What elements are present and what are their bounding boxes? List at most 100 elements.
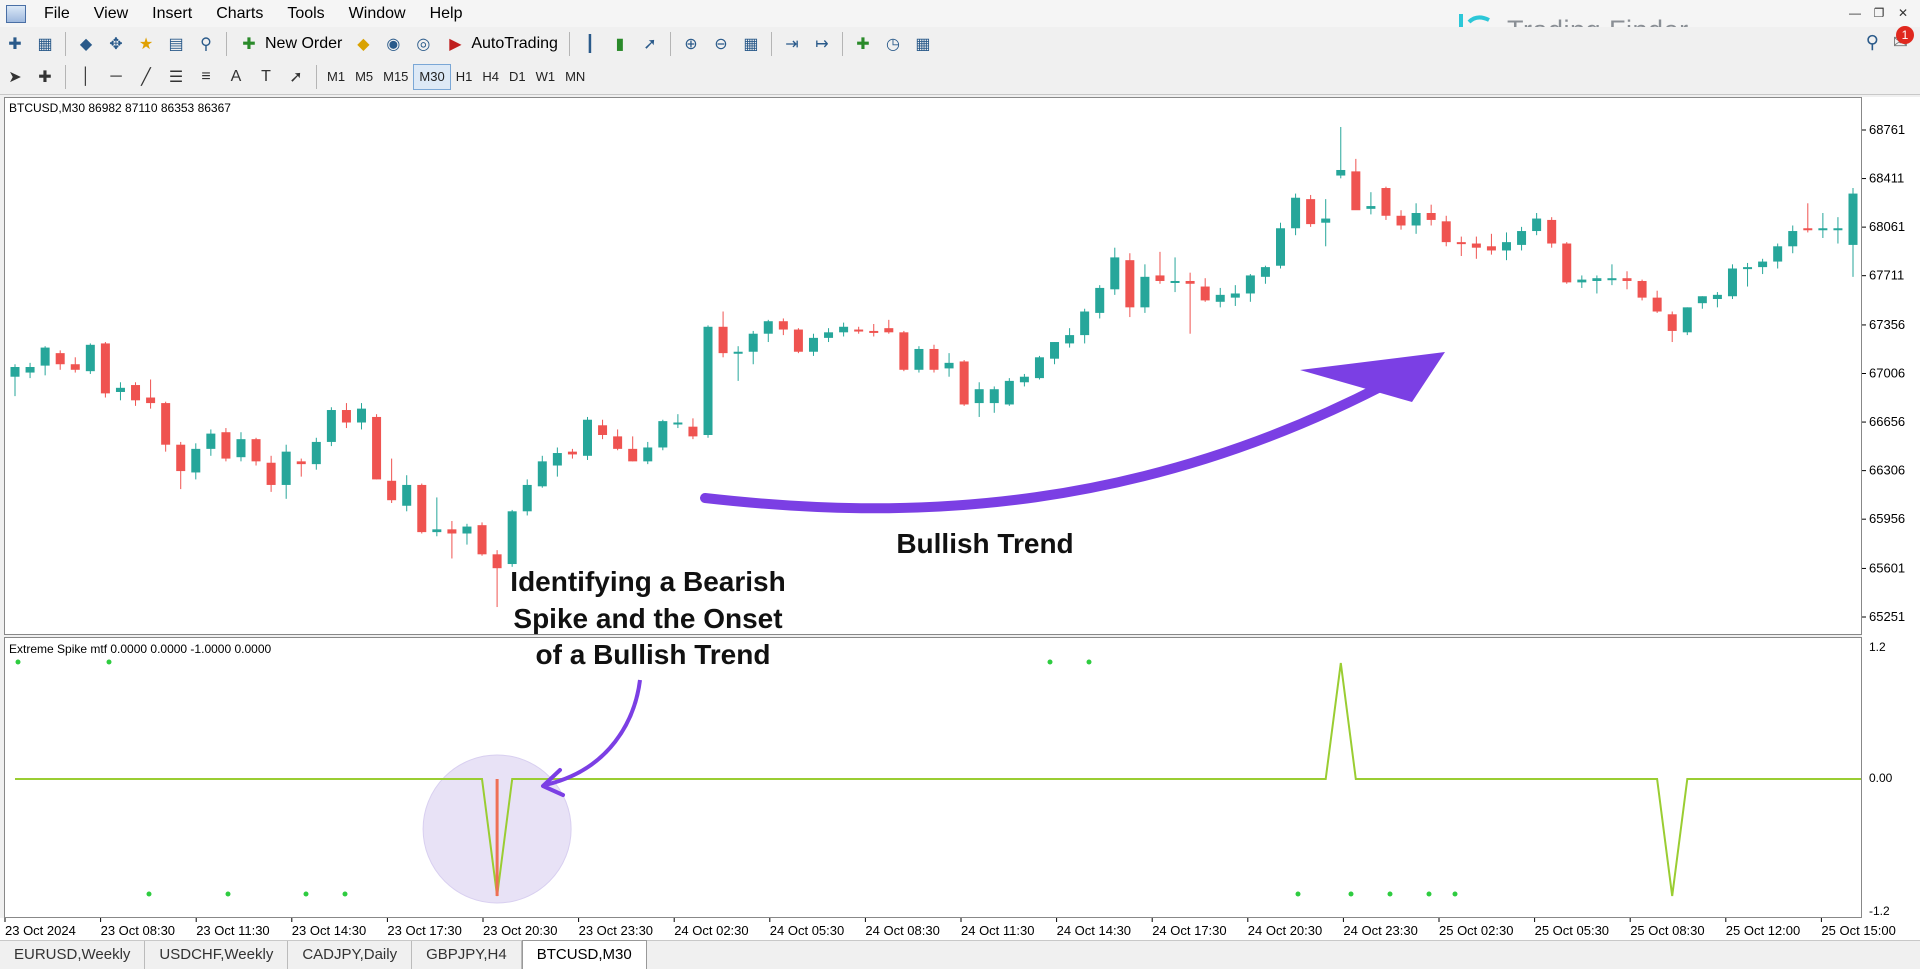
horizontal-line-icon[interactable]: ─ <box>103 64 129 90</box>
menu-help[interactable]: Help <box>418 0 475 27</box>
tab-btcusd-m30[interactable]: BTCUSD,M30 <box>521 940 647 969</box>
top-right-icons: ⚲ ✉1 <box>1866 26 1914 53</box>
autotrading-button[interactable]: ▶ AutoTrading <box>438 30 564 58</box>
cursor-icon[interactable]: ➤ <box>2 64 28 90</box>
metaeditor-icon[interactable]: ◆ <box>350 31 376 57</box>
time-label: 24 Oct 08:30 <box>865 923 939 938</box>
candlestick-chart-icon[interactable]: ▮ <box>607 31 633 57</box>
close-icon[interactable]: ✕ <box>1892 3 1914 23</box>
timeframe-m30[interactable]: M30 <box>413 64 451 90</box>
toolbar-divider <box>65 31 66 56</box>
indicator-level-label: 0.00 <box>1869 771 1893 785</box>
candle <box>1441 215 1451 247</box>
indicator-window[interactable]: Extreme Spike mtf 0.0000 0.0000 -1.0000 … <box>4 637 1862 918</box>
candle <box>432 497 442 537</box>
timeframe-mn[interactable]: MN <box>560 65 590 89</box>
candle <box>507 509 517 567</box>
auto-scroll-icon[interactable]: ↦ <box>809 31 835 57</box>
tab-gbpjpy-h4[interactable]: GBPJPY,H4 <box>412 941 522 969</box>
time-label: 24 Oct 11:30 <box>961 923 1034 938</box>
timeframe-w1[interactable]: W1 <box>531 65 561 89</box>
candle <box>161 401 171 452</box>
candle <box>1622 271 1632 290</box>
metaquotes-language-icon[interactable]: ◉ <box>380 31 406 57</box>
price-label: 65956 <box>1869 511 1905 526</box>
tab-eurusd-weekly[interactable]: EURUSD,Weekly <box>0 941 146 969</box>
vertical-line-icon[interactable]: │ <box>73 64 99 90</box>
signal-dot <box>1295 891 1301 897</box>
time-axis[interactable]: 23 Oct 2024 23 Oct 08:30 23 Oct 11:30 23 Oc… <box>0 918 1920 940</box>
menu-view[interactable]: View <box>82 0 140 27</box>
new-order-button[interactable]: ✚ New Order <box>232 30 348 58</box>
channel-icon[interactable]: ☰ <box>163 64 189 90</box>
timeframe-m1[interactable]: M1 <box>322 65 350 89</box>
new-order-label: New Order <box>265 34 343 52</box>
candle <box>854 326 864 334</box>
tab-usdchf-weekly[interactable]: USDCHF,Weekly <box>145 941 289 969</box>
candle <box>402 475 412 512</box>
menu-charts[interactable]: Charts <box>204 0 275 27</box>
time-label: 23 Oct 11:30 <box>196 923 269 938</box>
search-icon[interactable]: ⚲ <box>1866 32 1879 53</box>
tab-cadjpy-daily[interactable]: CADJPY,Daily <box>288 941 413 969</box>
candle <box>567 448 577 459</box>
data-window-icon[interactable]: ✥ <box>103 31 129 57</box>
time-axis-labels: 23 Oct 2024 23 Oct 08:30 23 Oct 11:30 23 Oc… <box>4 918 1896 938</box>
signal-dot <box>15 659 21 665</box>
candle <box>191 443 201 480</box>
app-icon[interactable] <box>6 4 26 23</box>
chat-icon[interactable]: ✉1 <box>1893 26 1914 53</box>
timeframe-h1[interactable]: H1 <box>451 65 478 89</box>
restore-icon[interactable]: ❐ <box>1868 3 1890 23</box>
candle <box>341 403 351 429</box>
zoom-out-icon[interactable]: ⊖ <box>708 31 734 57</box>
candle <box>462 523 472 545</box>
navigator-icon[interactable]: ★ <box>133 31 159 57</box>
chart-shift-icon[interactable]: ⇥ <box>779 31 805 57</box>
trendline-icon[interactable]: ╱ <box>133 64 159 90</box>
candle <box>131 382 141 406</box>
signals-icon[interactable]: ◎ <box>410 31 436 57</box>
text-label-icon[interactable]: T <box>253 64 279 90</box>
toolbar-divider <box>669 31 671 56</box>
periods-icon[interactable]: ◷ <box>880 31 906 57</box>
fibonacci-icon[interactable]: ≡ <box>193 64 219 90</box>
candle <box>808 333 818 356</box>
new-chart-icon[interactable]: ✚ <box>2 31 28 57</box>
candle <box>251 437 261 466</box>
arrows-icon[interactable]: ➚ <box>283 64 309 90</box>
timeframe-m15[interactable]: M15 <box>378 65 413 89</box>
market-watch-icon[interactable]: ◆ <box>73 31 99 57</box>
candle <box>1667 311 1677 343</box>
profiles-icon[interactable]: ▦ <box>32 31 58 57</box>
timeframe-m5[interactable]: M5 <box>350 65 378 89</box>
signal-dot <box>146 891 152 897</box>
menu-tools[interactable]: Tools <box>275 0 336 27</box>
tile-windows-icon[interactable]: ▦ <box>738 31 764 57</box>
timeframe-h4[interactable]: H4 <box>477 65 504 89</box>
time-label: 23 Oct 17:30 <box>387 923 461 938</box>
candle <box>582 416 592 460</box>
toolbar-divider <box>770 31 772 56</box>
templates-icon[interactable]: ▦ <box>910 31 936 57</box>
candle <box>688 418 698 440</box>
main-chart[interactable]: BTCUSD,M30 86982 87110 86353 86367 <box>4 97 1862 635</box>
candle <box>1682 307 1692 336</box>
text-icon[interactable]: A <box>223 64 249 90</box>
candle <box>1291 193 1301 236</box>
crosshair-icon[interactable]: ✚ <box>32 64 58 90</box>
minimize-icon[interactable]: — <box>1844 3 1866 23</box>
line-chart-icon[interactable]: ➚ <box>637 31 663 57</box>
bar-chart-icon[interactable]: ┃ <box>577 31 603 57</box>
price-axis[interactable]: 68761 68411 68061 67711 67356 67006 66656 66306… <box>1862 97 1920 918</box>
zoom-in-icon[interactable]: ⊕ <box>678 31 704 57</box>
terminal-icon[interactable]: ▤ <box>163 31 189 57</box>
strategy-tester-icon[interactable]: ⚲ <box>193 31 219 57</box>
indicators-icon[interactable]: ✚ <box>850 31 876 57</box>
candle <box>1501 232 1511 261</box>
timeframe-d1[interactable]: D1 <box>504 65 531 89</box>
menu-insert[interactable]: Insert <box>140 0 204 27</box>
candle <box>1004 378 1014 406</box>
menu-window[interactable]: Window <box>337 0 418 27</box>
menu-file[interactable]: File <box>32 0 82 27</box>
